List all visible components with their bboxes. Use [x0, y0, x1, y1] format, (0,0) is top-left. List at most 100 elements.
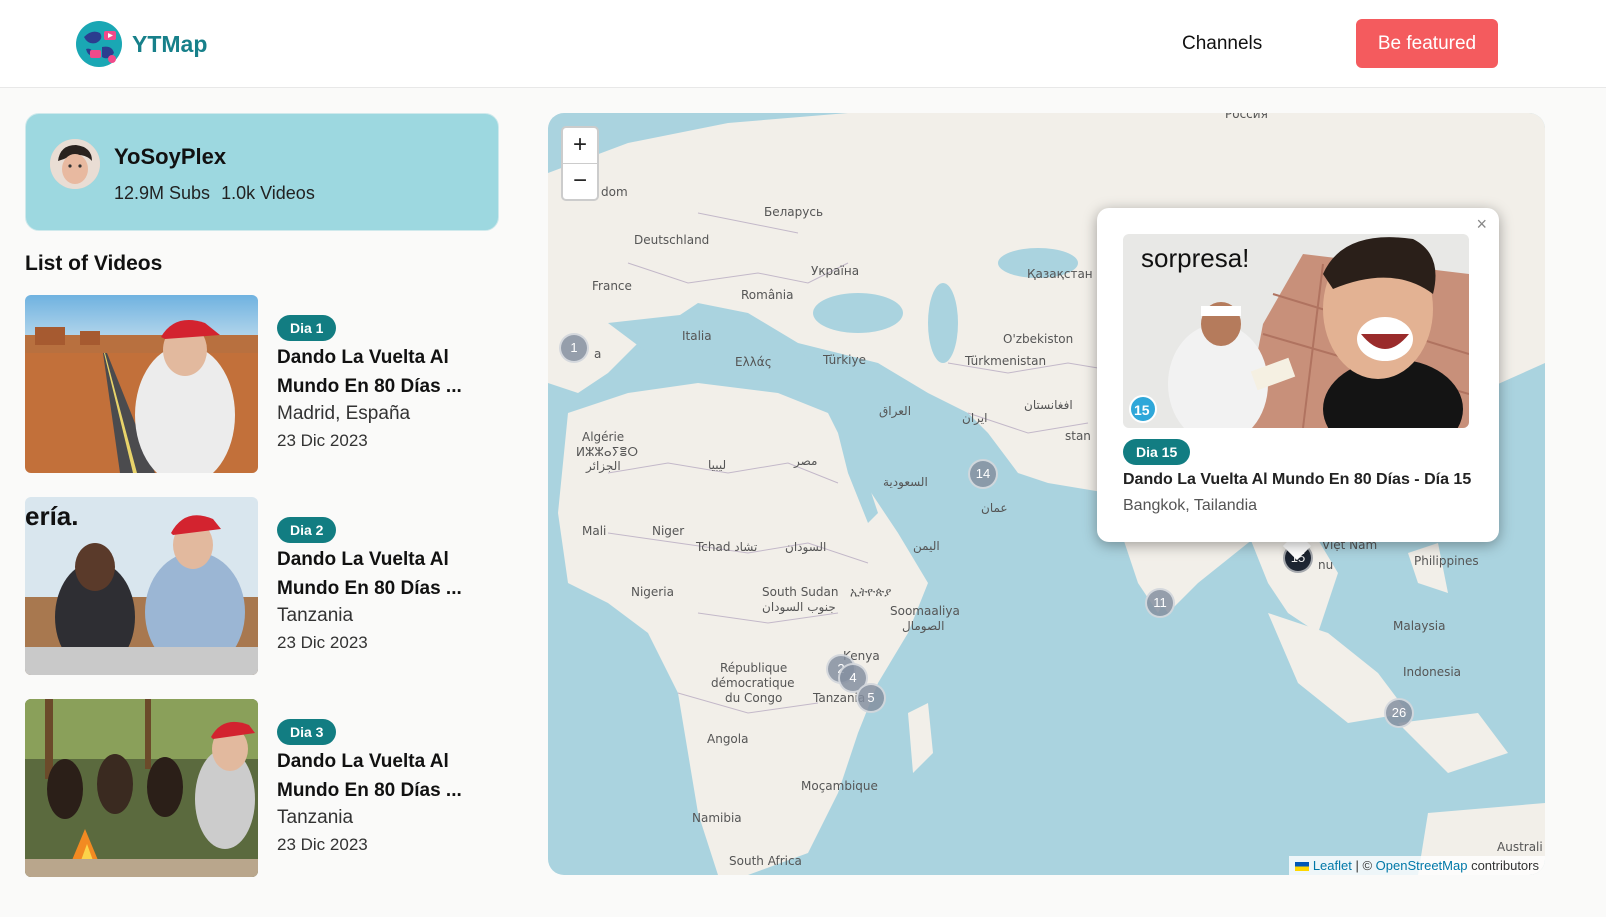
video-item[interactable]: Dia 3 Dando La Vuelta Al Mundo En 80 Día…	[25, 699, 505, 879]
map-label: Ελλάς	[735, 355, 772, 369]
map-label: nu	[1318, 558, 1334, 572]
brand-logo[interactable]: YTMap	[74, 19, 207, 69]
map-label: a	[594, 347, 602, 361]
popup-close-button[interactable]: ×	[1476, 214, 1487, 235]
surprise-thumbnail-icon: sorpresa! 15	[1123, 234, 1469, 428]
channel-name: YoSoyPlex	[114, 144, 227, 169]
video-date: 23 Dic 2023	[277, 835, 368, 854]
leaflet-link[interactable]: Leaflet	[1313, 858, 1352, 873]
attribution-separator: | ©	[1351, 858, 1376, 873]
video-popup: × sorpresa! 15 Dia 15 Dando La Vuelta Al…	[1097, 208, 1499, 542]
map-label: Niger	[652, 524, 685, 538]
map-label: du Congo	[725, 691, 783, 705]
brand-name: YTMap	[132, 30, 208, 57]
globe-logo-icon	[76, 21, 122, 67]
video-thumbnail[interactable]: ería.	[25, 497, 258, 675]
map-attribution: Leaflet | © OpenStreetMap contributors	[1289, 856, 1545, 875]
map-label: Mali	[582, 524, 607, 538]
map-label: مصر	[794, 454, 818, 468]
popup-thumbnail[interactable]: sorpresa! 15	[1123, 234, 1469, 428]
map-label: Беларусь	[764, 205, 824, 219]
video-thumbnail[interactable]	[25, 295, 258, 473]
map-label: România	[741, 288, 794, 302]
map-label: Angola	[707, 732, 749, 746]
map-label: العراق	[879, 404, 912, 418]
channel-avatar	[50, 139, 100, 189]
day-badge: Dia 1	[277, 315, 337, 341]
map-label: stan	[1065, 429, 1091, 443]
map-label: Philippines	[1414, 554, 1479, 568]
attribution-suffix: contributors	[1467, 858, 1539, 873]
map-label: Moçambique	[801, 779, 878, 793]
map-label: Türkiye	[823, 353, 866, 367]
map-label: اليمن	[913, 539, 940, 553]
map-label: جنوب السودان	[762, 600, 836, 614]
map-label: الصومال	[902, 619, 945, 633]
map-label: Soomaaliya	[890, 604, 960, 618]
map-label: ليبيا	[708, 458, 727, 472]
subs-count: 12.9M Subs	[114, 183, 211, 203]
be-featured-button[interactable]: Be featured	[1356, 19, 1498, 68]
map-label: dom	[601, 185, 628, 199]
video-date: 23 Dic 2023	[277, 633, 368, 652]
map-label: السعودية	[883, 475, 928, 489]
popup-video-location: Bangkok, Tailandia	[1123, 497, 1258, 514]
openstreetmap-link[interactable]: OpenStreetMap	[1376, 858, 1468, 873]
channel-card[interactable]: YoSoyPlex 12.9M Subs 1.0k Videos	[25, 113, 499, 231]
desert-road-thumbnail-icon	[25, 295, 258, 473]
zoom-control: + −	[561, 126, 599, 201]
map-label: France	[592, 279, 632, 293]
video-item[interactable]: Dia 1 Dando La Vuelta Al Mundo En 80 Día…	[25, 295, 505, 475]
map-label: République	[720, 661, 788, 675]
video-title[interactable]: Dando La Vuelta Al Mundo En 80 Días ...	[277, 343, 477, 401]
map-label: Россия	[1225, 113, 1268, 121]
day-badge: Dia 3	[277, 719, 337, 745]
zoom-out-button[interactable]: −	[563, 164, 597, 200]
map-label: Algérie	[582, 430, 625, 444]
video-location: Madrid, España	[277, 403, 411, 424]
campfire-thumbnail-icon	[25, 699, 258, 877]
zoom-in-button[interactable]: +	[563, 128, 597, 164]
map-label: Indonesia	[1403, 665, 1462, 679]
nav-channels-link[interactable]: Channels	[1182, 33, 1262, 55]
day-badge: Dia 2	[277, 517, 337, 543]
map-label: السودان	[785, 540, 827, 554]
video-title[interactable]: Dando La Vuelta Al Mundo En 80 Días ...	[277, 545, 477, 603]
map-cluster-marker[interactable]: 5	[856, 683, 886, 713]
channel-stats: 12.9M Subs 1.0k Videos	[114, 183, 321, 204]
map-label: Қазақстан	[1027, 267, 1093, 281]
map-label: Nigeria	[631, 585, 674, 599]
video-item[interactable]: ería. Dia 2 Dando La Vuelta Al Mundo En …	[25, 497, 505, 677]
map-label: Deutschland	[634, 233, 710, 247]
map-label: افغانستان	[1024, 398, 1073, 412]
map-label: South Sudan	[762, 585, 839, 599]
map-label: Italia	[682, 329, 712, 343]
tanzania-thumbnail-icon: ería.	[25, 497, 258, 675]
avatar-face-icon	[50, 139, 100, 189]
map-label: O'zbekiston	[1003, 332, 1074, 346]
map-label: South Africa	[729, 854, 802, 868]
top-header: YTMap Channels Be featured	[0, 0, 1606, 88]
map-label: عمان	[981, 501, 1008, 515]
map-label: Türkmenistan	[965, 354, 1047, 368]
map-label: Tchad تشاد	[696, 540, 758, 554]
video-thumbnail[interactable]	[25, 699, 258, 877]
popup-thumb-caption: sorpresa!	[1141, 243, 1249, 273]
popup-day-badge: Dia 15	[1123, 439, 1191, 465]
video-location: Tanzania	[277, 605, 354, 626]
map-cluster-marker[interactable]: 26	[1384, 698, 1414, 728]
video-title[interactable]: Dando La Vuelta Al Mundo En 80 Días ...	[277, 747, 477, 805]
ukraine-flag-icon	[1295, 862, 1310, 872]
popup-thumb-day: 15	[1134, 402, 1150, 418]
video-location: Tanzania	[277, 807, 354, 828]
map-label: Україна	[811, 264, 860, 278]
map-cluster-marker[interactable]: 14	[968, 459, 998, 489]
map-label: ⵍⵣⵣⴰⵢⴻⵔ	[576, 445, 639, 459]
thumb-caption: ería.	[25, 501, 79, 531]
map-cluster-marker[interactable]: 1	[559, 333, 589, 363]
map-label: Australi	[1497, 840, 1543, 854]
video-date: 23 Dic 2023	[277, 431, 368, 450]
map-label: Malaysia	[1393, 619, 1446, 633]
popup-video-title[interactable]: Dando La Vuelta Al Mundo En 80 Días - Dí…	[1123, 471, 1471, 489]
map-cluster-marker[interactable]: 11	[1145, 588, 1175, 618]
